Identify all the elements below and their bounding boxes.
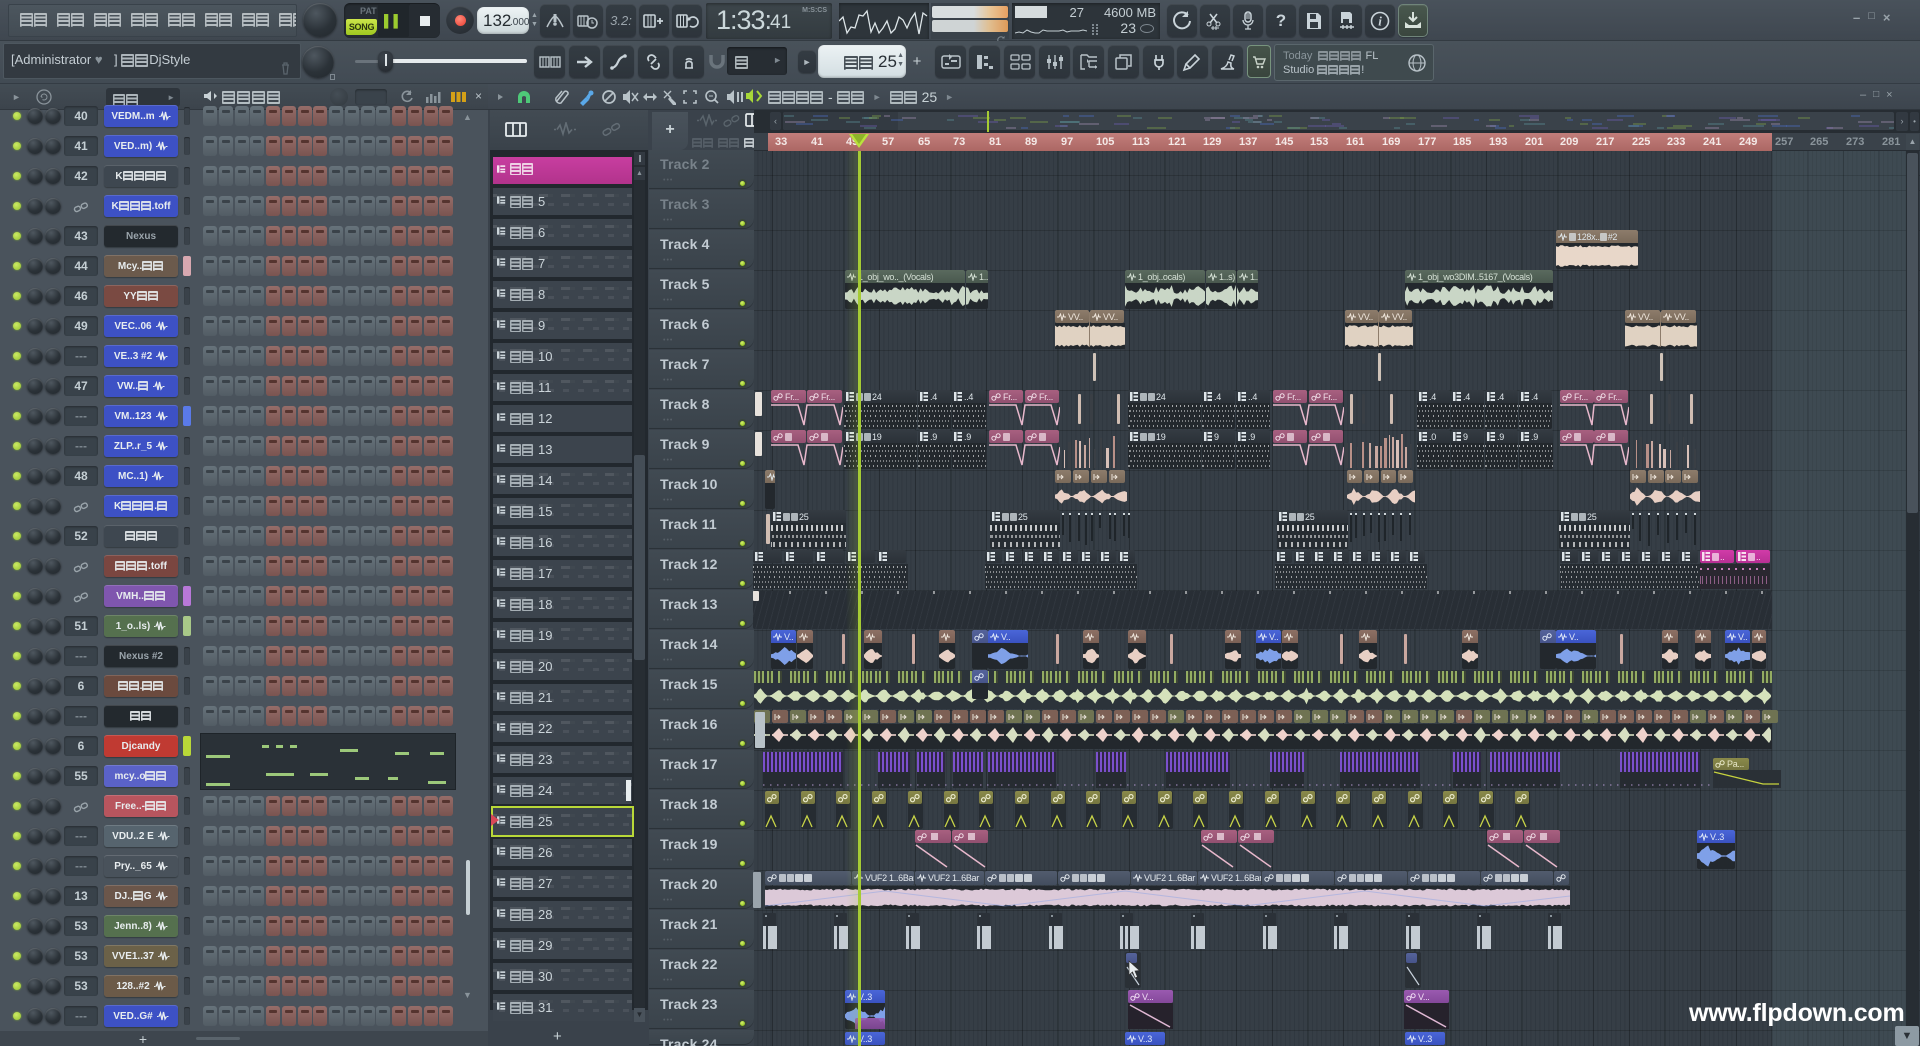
- svg-text:i: i: [1378, 13, 1382, 28]
